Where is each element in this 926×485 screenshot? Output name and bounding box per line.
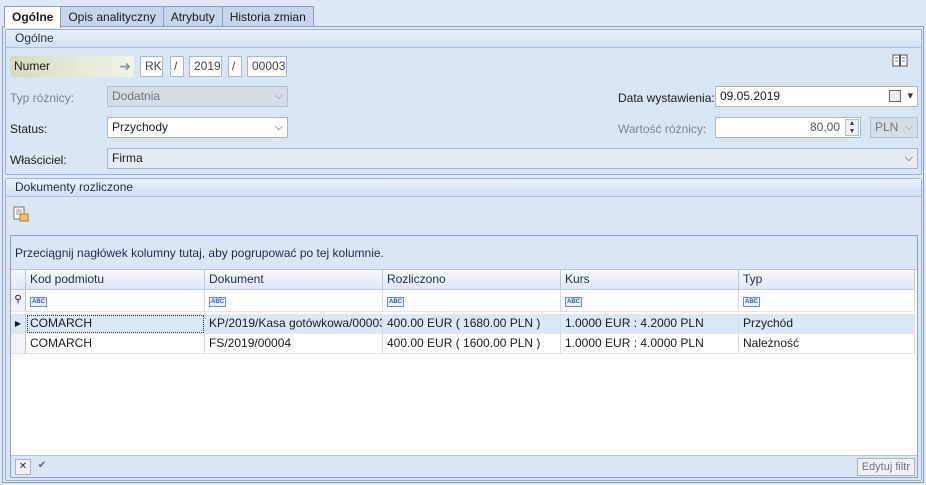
chevron-down-icon: ⌵ (274, 121, 283, 133)
cell-typ[interactable]: Przychód (739, 314, 915, 334)
numer-year-field[interactable]: 2019 (189, 56, 222, 77)
typ-roznicy-value: Dodatnia (112, 89, 161, 103)
status-select[interactable]: Przychody ⌵ (107, 117, 288, 138)
wlasciciel-label: Właściciel: (10, 153, 67, 167)
table-row[interactable]: ▶ COMARCH KP/2019/Kasa gotówkowa/00003 4… (11, 314, 915, 334)
filter-kod-podmiotu[interactable]: ABC (26, 290, 205, 312)
documents-group: Dokumenty rozliczone Przeciągnij nagłówe… (5, 178, 922, 481)
table-row[interactable]: COMARCH FS/2019/00004 400.00 EUR ( 1600.… (11, 334, 915, 354)
status-value: Przychody (112, 120, 169, 134)
abc-filter-icon: ABC (743, 297, 760, 307)
documents-group-title: Dokumenty rozliczone (6, 179, 921, 197)
currency-select[interactable]: PLN ⌵ (870, 117, 918, 138)
calendar-icon[interactable] (889, 90, 901, 102)
abc-filter-icon: ABC (387, 297, 404, 307)
wartosc-roznicy-label: Wartość różnicy: (618, 122, 707, 136)
header-indicator (11, 270, 26, 290)
data-wystawienia-value: 09.05.2019 (720, 89, 781, 103)
general-group: Ogólne Numer ➜ RK / 2019 / 00003 Typ róż… (5, 29, 922, 175)
tab-general[interactable]: Ogólne (4, 6, 62, 28)
filter-kurs[interactable]: ABC (561, 290, 739, 312)
cell-typ[interactable]: Należność (739, 334, 915, 354)
chevron-down-icon: ⌵ (274, 90, 283, 102)
wartosc-roznicy-field[interactable]: 80,00 ▲ ▼ (715, 117, 861, 138)
numer-prefix-field[interactable]: RK (140, 56, 163, 77)
data-wystawienia-field[interactable]: 09.05.2019 ▾ (715, 86, 918, 107)
grid-header-row: Kod podmiotu Dokument Rozliczono Kurs Ty… (11, 270, 915, 290)
abc-filter-icon: ABC (30, 297, 47, 307)
wartosc-roznicy-value: 80,00 (809, 120, 840, 134)
cell-dokument[interactable]: FS/2019/00004 (205, 334, 383, 354)
cell-kod-podmiotu[interactable]: COMARCH (26, 334, 205, 354)
typ-roznicy-label: Typ różnicy: (10, 91, 75, 105)
status-label: Status: (10, 122, 48, 136)
cell-kurs[interactable]: 1.0000 EUR : 4.2000 PLN (561, 314, 739, 334)
column-header-kod-podmiotu[interactable]: Kod podmiotu (26, 270, 205, 290)
arrow-right-icon: ➜ (119, 58, 131, 74)
numer-separator-2: / (228, 56, 242, 77)
wlasciciel-value: Firma (112, 151, 143, 165)
tab-page-general: Ogólne Numer ➜ RK / 2019 / 00003 Typ róż… (2, 26, 924, 483)
wlasciciel-select[interactable]: Firma ⌵ (107, 148, 918, 169)
general-group-title: Ogólne (6, 30, 921, 48)
documents-grid: Przeciągnij nagłówek kolumny tutaj, aby … (10, 235, 918, 478)
filter-row: ⚲ ABC ABC ABC ABC ABC (11, 290, 915, 312)
filter-rozliczono[interactable]: ABC (383, 290, 561, 312)
numer-separator-1: / (170, 56, 184, 77)
row-indicator-icon: ▶ (11, 314, 26, 334)
cell-kurs[interactable]: 1.0000 EUR : 4.0000 PLN (561, 334, 739, 354)
pin-icon: ⚲ (11, 290, 26, 312)
column-header-kurs[interactable]: Kurs (561, 270, 739, 290)
clear-filter-button[interactable]: ✕ (15, 459, 31, 475)
group-by-panel[interactable]: Przeciągnij nagłówek kolumny tutaj, aby … (11, 236, 917, 270)
edit-filter-button[interactable]: Edytuj filtr (856, 458, 915, 476)
tab-strip: Ogólne Opis analityczny Atrybuty Histori… (4, 6, 314, 28)
abc-filter-icon: ABC (209, 297, 226, 307)
tab-change-history[interactable]: Historia zmian (221, 6, 314, 27)
chevron-down-icon: ⌵ (904, 121, 913, 133)
cell-rozliczono[interactable]: 400.00 EUR ( 1600.00 PLN ) (383, 334, 561, 354)
column-header-rozliczono[interactable]: Rozliczono (383, 270, 561, 290)
tab-attributes[interactable]: Atrybuty (162, 6, 223, 27)
book-icon[interactable] (892, 54, 908, 67)
filter-dokument[interactable]: ABC (205, 290, 383, 312)
add-document-icon[interactable] (13, 206, 29, 222)
column-header-typ[interactable]: Typ (739, 270, 915, 290)
chevron-down-icon: ⌵ (904, 152, 913, 164)
filter-typ[interactable]: ABC (739, 290, 915, 312)
cell-dokument[interactable]: KP/2019/Kasa gotówkowa/00003 (205, 314, 383, 334)
chevron-down-icon[interactable]: ▾ (907, 87, 913, 106)
typ-roznicy-select[interactable]: Dodatnia ⌵ (107, 86, 288, 107)
numer-button[interactable]: Numer ➜ (10, 56, 134, 77)
abc-filter-icon: ABC (565, 297, 582, 307)
numer-label: Numer (14, 59, 51, 73)
spin-updown-icon[interactable]: ▲ ▼ (845, 119, 859, 136)
row-indicator (11, 334, 26, 354)
tab-analytic-description[interactable]: Opis analityczny (60, 6, 164, 27)
grid-footer: ✕ ✔ Edytuj filtr (11, 455, 917, 477)
column-header-dokument[interactable]: Dokument (205, 270, 383, 290)
cell-kod-podmiotu[interactable]: COMARCH (26, 314, 205, 334)
cell-rozliczono[interactable]: 400.00 EUR ( 1680.00 PLN ) (383, 314, 561, 334)
currency-value: PLN (875, 120, 899, 134)
data-wystawienia-label: Data wystawienia: (618, 91, 715, 105)
numer-sequence-field[interactable]: 00003 (247, 56, 287, 77)
filter-enabled-checkbox[interactable]: ✔ (35, 459, 49, 475)
